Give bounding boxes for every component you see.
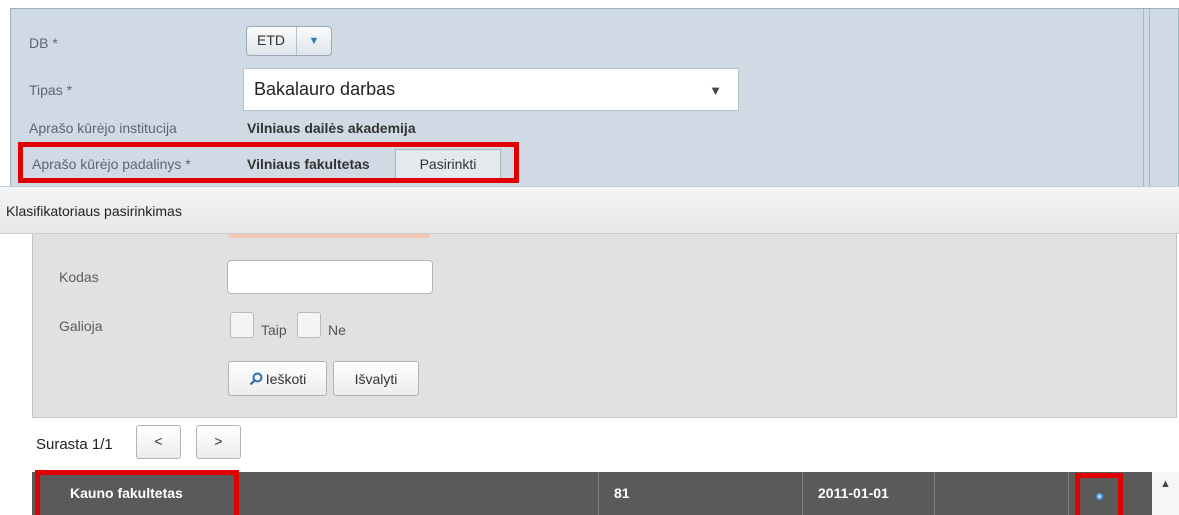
next-page-button[interactable]: > [196, 425, 241, 459]
galioja-label: Galioja [59, 318, 103, 334]
highlight-box-row-name [35, 470, 239, 515]
tipas-select[interactable]: Bakalauro darbas ▼ [243, 68, 739, 111]
tipas-select-value: Bakalauro darbas [254, 79, 396, 99]
ne-label: Ne [328, 322, 346, 338]
column-divider [1068, 472, 1069, 515]
row-date-cell: 2011-01-01 [818, 485, 889, 501]
column-divider [598, 472, 599, 515]
panel-divider [1143, 9, 1144, 187]
chevron-down-icon[interactable]: ▼ [709, 83, 722, 98]
db-select-value: ETD [247, 27, 297, 55]
row-code-cell: 81 [614, 485, 630, 501]
highlight-box-select [1075, 473, 1123, 515]
search-button-label: Ieškoti [265, 370, 307, 387]
db-label: DB * [29, 35, 58, 51]
chevron-down-icon[interactable]: ▼ [297, 27, 331, 55]
taip-label: Taip [261, 322, 287, 338]
prev-page-button[interactable]: < [136, 425, 181, 459]
kodas-label: Kodas [59, 269, 99, 285]
ne-checkbox[interactable] [297, 312, 321, 338]
taip-checkbox[interactable] [230, 312, 254, 338]
kodas-input[interactable] [227, 260, 433, 294]
column-divider [934, 472, 935, 515]
scrollbar[interactable]: ▲ [1152, 472, 1179, 515]
tipas-label: Tipas * [29, 82, 73, 98]
filter-panel: Kodas Galioja Taip Ne Ieškoti Išvalyti [32, 234, 1177, 418]
highlight-box-padalinys [18, 142, 519, 183]
clear-button-label: Išvalyti [354, 370, 398, 387]
institucija-label: Aprašo kūrėjo institucija [29, 120, 177, 136]
search-button[interactable]: Ieškoti [228, 361, 327, 396]
dialog-header: Klasifikatoriaus pasirinkimas [0, 186, 1179, 234]
dialog-title: Klasifikatoriaus pasirinkimas [6, 203, 182, 219]
scroll-up-arrow-icon[interactable]: ▲ [1160, 478, 1171, 490]
db-select[interactable]: ETD ▼ [246, 26, 332, 56]
column-divider [802, 472, 803, 515]
panel-divider [1149, 9, 1150, 187]
institucija-value: Vilniaus dailės akademija [247, 120, 416, 136]
field-focus-underline [228, 234, 430, 238]
clear-button[interactable]: Išvalyti [333, 361, 419, 396]
search-icon [249, 372, 263, 385]
results-count: Surasta 1/1 [36, 436, 113, 453]
